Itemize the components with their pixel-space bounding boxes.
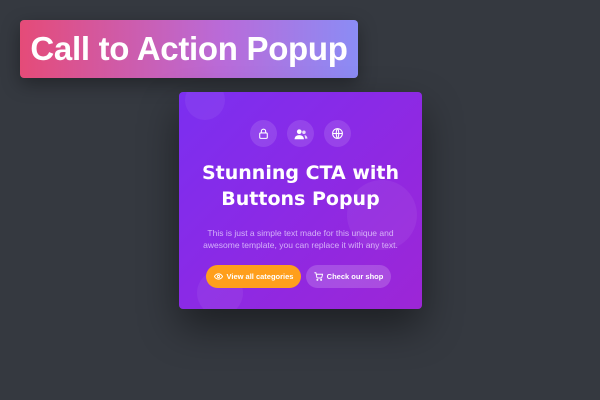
title-banner: Call to Action Popup: [20, 20, 358, 78]
globe-icon: [324, 120, 351, 147]
decorative-bubble: [185, 92, 225, 120]
eye-icon: [213, 272, 223, 281]
users-icon: [287, 120, 314, 147]
lock-icon: [250, 120, 277, 147]
popup-description-line: This is just a simple text made for this…: [207, 228, 394, 238]
cta-popup: Stunning CTA with Buttons Popup This is …: [179, 92, 422, 309]
popup-description-line: awesome template, you can replace it wit…: [203, 240, 398, 250]
check-our-shop-label: Check our shop: [326, 272, 384, 281]
banner-title: Call to Action Popup: [30, 30, 348, 67]
popup-icon-row: [179, 120, 422, 147]
view-all-categories-label: View all categories: [226, 272, 294, 281]
popup-title: Stunning CTA with Buttons Popup: [179, 160, 422, 212]
check-our-shop-button[interactable]: Check our shop: [306, 265, 391, 288]
popup-title-line: Stunning CTA with: [201, 162, 400, 184]
view-all-categories-button[interactable]: View all categories: [206, 265, 301, 288]
cart-icon: [314, 272, 323, 281]
popup-title-line: Buttons Popup: [221, 188, 380, 210]
popup-description: This is just a simple text made for this…: [193, 227, 408, 251]
